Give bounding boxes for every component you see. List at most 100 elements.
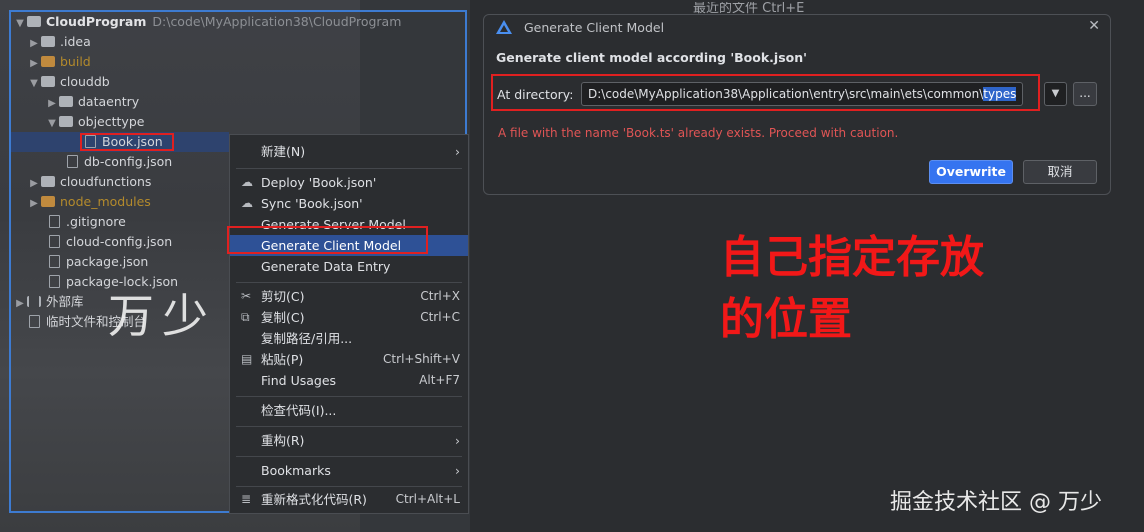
folder-icon: [41, 36, 55, 47]
json-file-icon: [49, 255, 60, 268]
menu-item-label: 复制(C): [261, 310, 305, 325]
chevron-right-icon[interactable]: ▶: [27, 54, 41, 74]
menu-separator: [236, 426, 462, 427]
chevron-down-icon: ▼: [1051, 88, 1060, 99]
annotation-text: 自己指定存放 的位置: [720, 227, 984, 351]
library-icon: [27, 296, 41, 307]
tree-item-db-config[interactable]: db-config.json: [67, 152, 172, 172]
json-file-icon: [49, 275, 60, 288]
menu-item-label: Bookmarks: [261, 463, 331, 478]
annotation-line-1: 自己指定存放: [720, 232, 984, 283]
reformat-icon: ≣: [241, 492, 252, 506]
menu-item-label: Generate Data Entry: [261, 259, 391, 274]
menu-separator: [236, 456, 462, 457]
menu-item-reformat-code[interactable]: ≣ 重新格式化代码(R) Ctrl+Alt+L: [230, 489, 468, 510]
warning-text: A file with the name 'Book.ts' already e…: [498, 126, 899, 140]
menu-item-refactor[interactable]: 重构(R) ›: [230, 430, 468, 451]
tree-item-label: cloudfunctions: [60, 174, 152, 189]
folder-icon: [41, 196, 55, 207]
tree-item-cloudfunctions[interactable]: ▶ cloudfunctions: [27, 172, 151, 192]
menu-item-shortcut: Ctrl+C: [420, 310, 460, 324]
menu-item-bookmarks[interactable]: Bookmarks ›: [230, 460, 468, 481]
generate-client-model-dialog: Generate Client Model ✕ Generate client …: [483, 14, 1111, 195]
tree-item-dataentry[interactable]: ▶ dataentry: [45, 92, 139, 112]
menu-item-find-usages[interactable]: Find Usages Alt+F7: [230, 370, 468, 391]
tree-item-label: cloud-config.json: [66, 234, 173, 249]
tree-item-label: db-config.json: [84, 154, 173, 169]
tree-item-idea[interactable]: ▶ .idea: [27, 32, 91, 52]
menu-item-copy[interactable]: ⧉ 复制(C) Ctrl+C: [230, 307, 468, 328]
file-icon: [49, 215, 60, 228]
menu-item-label: 检查代码(I)...: [261, 403, 337, 418]
tree-item-objecttype[interactable]: ▼ objecttype: [45, 112, 144, 132]
menu-item-copy-path[interactable]: 复制路径/引用...: [230, 328, 468, 349]
scratch-icon: [29, 315, 40, 328]
chevron-right-icon[interactable]: ▶: [27, 174, 41, 194]
tree-item-label: clouddb: [60, 74, 110, 89]
annotation-line-2: 的位置: [720, 294, 852, 345]
menu-item-generate-data-entry[interactable]: Generate Data Entry: [230, 256, 468, 277]
tree-item-label: .idea: [60, 34, 91, 49]
chevron-right-icon: ›: [455, 433, 460, 448]
tree-item-node-modules[interactable]: ▶ node_modules: [27, 192, 151, 212]
folder-icon: [27, 16, 41, 27]
menu-item-sync[interactable]: ☁ Sync 'Book.json': [230, 193, 468, 214]
recent-files-hint: 最近的文件 Ctrl+E: [693, 2, 805, 14]
menu-item-new[interactable]: 新建(N) ›: [230, 141, 468, 162]
menu-item-paste[interactable]: ▤ 粘贴(P) Ctrl+Shift+V: [230, 349, 468, 370]
watermark-text: 万少: [108, 289, 216, 343]
directory-dropdown-button[interactable]: ▼: [1044, 82, 1067, 106]
menu-item-label: 剪切(C): [261, 289, 305, 304]
browse-button[interactable]: ...: [1073, 82, 1097, 106]
tree-item-label: 外部库: [46, 294, 84, 309]
tree-item-label: dataentry: [78, 94, 140, 109]
chevron-down-icon[interactable]: ▼: [27, 74, 41, 94]
chevron-right-icon[interactable]: ▶: [27, 34, 41, 54]
tree-item-label: package.json: [66, 254, 149, 269]
credit-watermark: 掘金技术社区 @ 万少: [890, 490, 1102, 515]
menu-item-cut[interactable]: ✂ 剪切(C) Ctrl+X: [230, 286, 468, 307]
chevron-down-icon[interactable]: ▼: [13, 14, 27, 34]
menu-item-shortcut: Ctrl+Alt+L: [395, 492, 460, 506]
tree-item-build[interactable]: ▶ build: [27, 52, 91, 72]
chevron-right-icon[interactable]: ▶: [13, 294, 27, 314]
highlight-box-directory: [491, 74, 1040, 111]
highlight-box-book-json: [80, 133, 174, 151]
tree-item-cloud-config[interactable]: cloud-config.json: [49, 232, 172, 252]
close-icon[interactable]: ✕: [1088, 18, 1100, 34]
app-logo-icon: [496, 20, 512, 34]
cloud-sync-icon: ☁: [241, 196, 253, 210]
cloud-upload-icon: ☁: [241, 175, 253, 189]
menu-item-label: 重构(R): [261, 433, 305, 448]
overwrite-button[interactable]: Overwrite: [929, 160, 1013, 184]
scissors-icon: ✂: [241, 289, 252, 303]
menu-item-deploy[interactable]: ☁ Deploy 'Book.json': [230, 172, 468, 193]
cancel-button[interactable]: 取消: [1023, 160, 1097, 184]
menu-item-label: Find Usages: [261, 373, 337, 388]
tree-root[interactable]: ▼ CloudProgram D:\code\MyApplication38\Clo…: [13, 12, 401, 32]
tree-item-external-libraries[interactable]: ▶ 外部库: [13, 292, 84, 314]
dialog-title: Generate Client Model: [524, 20, 665, 35]
chevron-right-icon[interactable]: ▶: [27, 194, 41, 214]
menu-item-inspect-code[interactable]: 检查代码(I)...: [230, 400, 468, 421]
tree-item-gitignore[interactable]: .gitignore: [49, 212, 126, 232]
tree-item-label: objecttype: [78, 114, 145, 129]
folder-icon: [41, 176, 55, 187]
tree-item-clouddb[interactable]: ▼ clouddb: [27, 72, 110, 92]
tree-item-package-json[interactable]: package.json: [49, 252, 148, 272]
highlight-box-generate-client-model: [227, 226, 428, 254]
menu-item-label: 复制路径/引用...: [261, 331, 353, 346]
folder-icon: [59, 116, 73, 127]
chevron-down-icon[interactable]: ▼: [45, 114, 59, 134]
chevron-right-icon: ›: [455, 144, 460, 159]
tree-item-label: node_modules: [60, 194, 151, 209]
menu-item-label: Sync 'Book.json': [261, 196, 363, 211]
folder-icon: [41, 76, 55, 87]
context-menu: 新建(N) › ☁ Deploy 'Book.json' ☁ Sync 'Book.j…: [229, 134, 469, 514]
tree-item-label: .gitignore: [66, 214, 126, 229]
tree-root-path: D:\code\MyApplication38\CloudProgram: [152, 14, 402, 29]
menu-item-label: Deploy 'Book.json': [261, 175, 377, 190]
menu-separator: [236, 168, 462, 169]
chevron-right-icon[interactable]: ▶: [45, 94, 59, 114]
menu-item-label: 重新格式化代码(R): [261, 492, 367, 507]
